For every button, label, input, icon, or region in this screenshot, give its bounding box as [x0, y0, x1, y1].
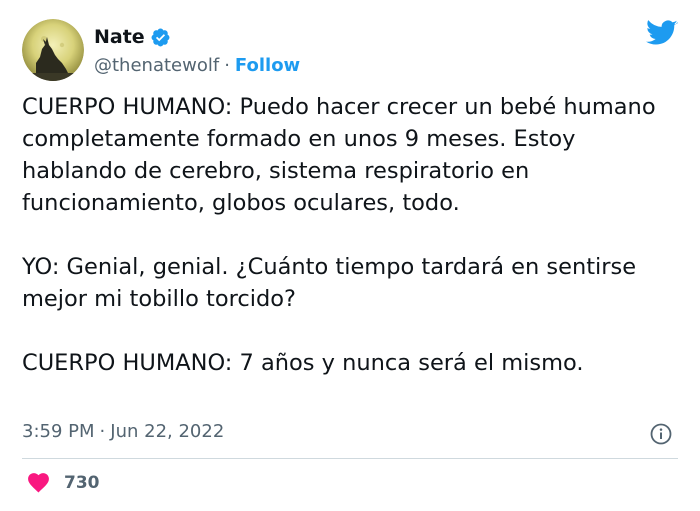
tweet-card: Nate @thenatewolf · Follow CUERPO HUMANO…: [0, 0, 700, 511]
verified-badge-icon: [150, 27, 171, 48]
separator-dot: ·: [99, 421, 106, 442]
tweet-paragraph: CUERPO HUMANO: Puedo hacer crecer un beb…: [22, 94, 656, 216]
divider: [22, 458, 678, 459]
tweet-header: Nate @thenatewolf · Follow: [22, 18, 300, 82]
like-action[interactable]: 730: [26, 470, 100, 495]
tweet-date[interactable]: Jun 22, 2022: [110, 421, 224, 442]
avatar[interactable]: [22, 19, 84, 81]
tweet-time[interactable]: 3:59 PM: [22, 421, 95, 442]
wolf-howling-moon-avatar-icon: [22, 19, 84, 81]
display-name[interactable]: Nate: [94, 26, 145, 48]
user-info: Nate @thenatewolf · Follow: [94, 22, 300, 78]
user-handle[interactable]: @thenatewolf: [94, 55, 219, 76]
like-count[interactable]: 730: [64, 473, 100, 493]
twitter-bird-icon[interactable]: [646, 20, 678, 47]
heart-icon[interactable]: [26, 470, 51, 495]
tweet-text: CUERPO HUMANO: Puedo hacer crecer un beb…: [22, 91, 682, 379]
follow-button[interactable]: Follow: [235, 55, 300, 76]
name-row: Nate: [94, 22, 300, 52]
tweet-paragraph: YO: Genial, genial. ¿Cuánto tiempo tarda…: [22, 254, 637, 312]
handle-row: @thenatewolf · Follow: [94, 52, 300, 78]
tweet-paragraph: CUERPO HUMANO: 7 años y nunca será el mi…: [22, 350, 584, 376]
info-icon[interactable]: [650, 423, 672, 445]
tweet-timestamp[interactable]: 3:59 PM · Jun 22, 2022: [22, 421, 224, 442]
separator-dot: ·: [224, 54, 230, 76]
